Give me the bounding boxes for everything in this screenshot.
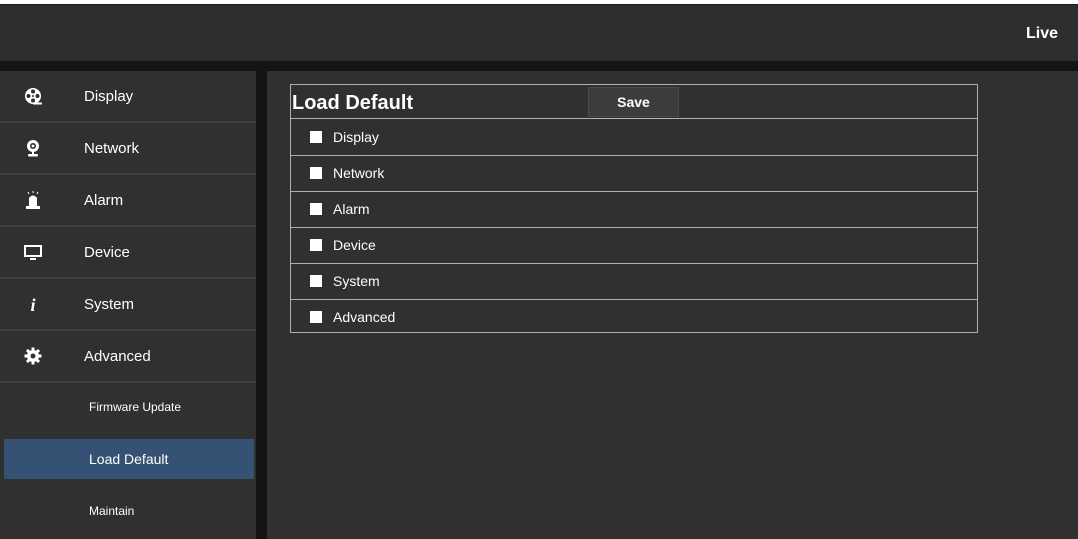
- load-default-panel: Load Default Save Display Network Alarm …: [290, 84, 978, 333]
- sidebar-divider: [256, 71, 267, 539]
- option-label: Display: [333, 129, 379, 145]
- webcam-icon: [24, 139, 42, 157]
- sidebar-item-label: Network: [84, 139, 140, 157]
- option-label: Advanced: [333, 309, 396, 325]
- siren-icon: [24, 191, 42, 209]
- header-divider: [0, 61, 1078, 71]
- sidebar-item-label: System: [84, 295, 135, 313]
- main-content: Load Default Save Display Network Alarm …: [267, 71, 1078, 539]
- sidebar-subitem-label: Load Default: [89, 451, 169, 467]
- network-checkbox[interactable]: [310, 167, 322, 179]
- page-title: Load Default: [292, 92, 414, 114]
- sidebar-item-label: Advanced: [84, 347, 151, 365]
- sidebar-subitem-label: Maintain: [89, 504, 135, 518]
- option-row-system: System: [291, 264, 977, 300]
- sidebar-item-label: Display: [84, 87, 134, 105]
- option-row-advanced: Advanced: [291, 300, 977, 336]
- gear-icon: [24, 347, 42, 365]
- option-label: Device: [333, 237, 376, 253]
- svg-text:i: i: [30, 295, 35, 313]
- film-reel-icon: [24, 87, 42, 105]
- option-row-device: Device: [291, 228, 977, 264]
- sidebar-item-label: Device: [84, 243, 130, 261]
- info-icon: i: [24, 295, 42, 313]
- option-label: Alarm: [333, 201, 370, 217]
- monitor-icon: [24, 243, 42, 261]
- top-bar: Live: [0, 4, 1078, 61]
- option-row-network: Network: [291, 156, 977, 192]
- sidebar: Display Network Alarm Device i System Ad…: [0, 71, 256, 539]
- sidebar-item-advanced[interactable]: Advanced: [0, 331, 256, 383]
- sidebar-subitem-maintain[interactable]: Maintain: [0, 491, 256, 531]
- sidebar-item-system[interactable]: i System: [0, 279, 256, 331]
- option-row-display: Display: [291, 120, 977, 156]
- sidebar-item-label: Alarm: [84, 191, 124, 209]
- panel-header: Load Default Save: [291, 85, 977, 119]
- sidebar-subitem-load-default[interactable]: Load Default: [4, 439, 254, 479]
- option-label: Network: [333, 165, 385, 181]
- system-checkbox[interactable]: [310, 275, 322, 287]
- alarm-checkbox[interactable]: [310, 203, 322, 215]
- advanced-checkbox[interactable]: [310, 311, 322, 323]
- sidebar-item-network[interactable]: Network: [0, 123, 256, 175]
- sidebar-item-device[interactable]: Device: [0, 227, 256, 279]
- option-label: System: [333, 273, 380, 289]
- live-link[interactable]: Live: [1026, 25, 1058, 43]
- sidebar-subitem-label: Firmware Update: [89, 400, 182, 414]
- sidebar-item-alarm[interactable]: Alarm: [0, 175, 256, 227]
- display-checkbox[interactable]: [310, 131, 322, 143]
- option-row-alarm: Alarm: [291, 192, 977, 228]
- save-button[interactable]: Save: [588, 87, 679, 117]
- device-checkbox[interactable]: [310, 239, 322, 251]
- sidebar-item-display[interactable]: Display: [0, 71, 256, 123]
- sidebar-subitem-firmware-update[interactable]: Firmware Update: [0, 387, 256, 427]
